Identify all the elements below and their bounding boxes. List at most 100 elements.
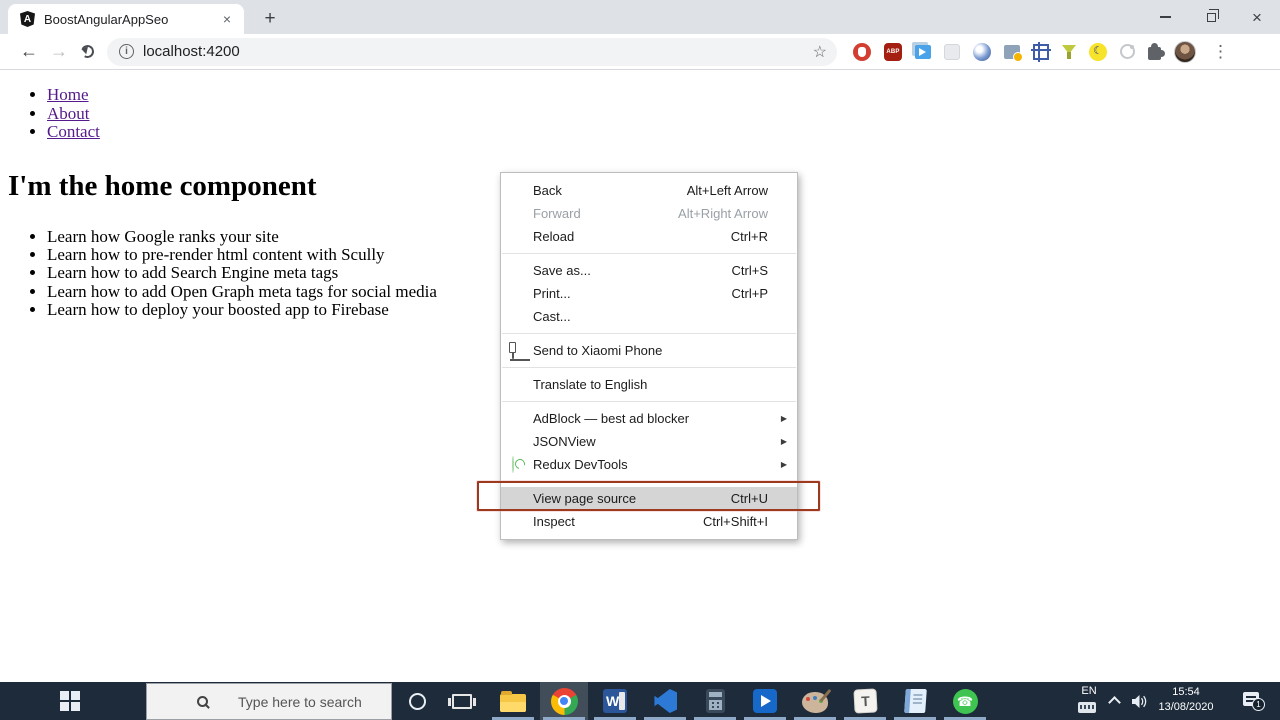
menu-item-redux-devtools[interactable]: Redux DevTools ▶ <box>501 453 797 476</box>
taskbar-chrome-button[interactable] <box>540 682 588 720</box>
menu-item-back[interactable]: Back Alt+Left Arrow <box>501 179 797 202</box>
taskbar-calculator-button[interactable] <box>691 682 739 720</box>
taskbar-share-app-button[interactable] <box>741 682 789 720</box>
menu-item-inspect[interactable]: Inspect Ctrl+Shift+I <box>501 510 797 533</box>
extensions-row: ABP ☾ ⋮ <box>853 40 1229 63</box>
menu-item-view-page-source[interactable]: View page source Ctrl+U <box>501 487 797 510</box>
volume-icon[interactable] <box>1131 694 1148 714</box>
taskbar: Type here to search W T ☎ EN 15:54 13/08… <box>0 682 1280 720</box>
forward-button[interactable]: → <box>44 41 74 62</box>
angular-favicon-icon: A <box>20 11 35 27</box>
tray-time: 15:54 <box>1172 686 1200 698</box>
page-ruler-extension-icon[interactable] <box>1031 41 1051 62</box>
browser-tab[interactable]: A BoostAngularAppSeo × <box>8 4 244 34</box>
browser-menu-icon[interactable]: ⋮ <box>1212 42 1229 62</box>
close-icon: × <box>1252 7 1262 27</box>
palette-icon <box>802 692 828 713</box>
submenu-arrow-icon: ▶ <box>780 414 787 423</box>
recorder-extension-icon[interactable] <box>1120 44 1135 59</box>
menu-item-translate[interactable]: Translate to English <box>501 373 797 396</box>
screen: A BoostAngularAppSeo × + × ← → i localho… <box>0 0 1280 720</box>
file-explorer-icon <box>500 691 526 712</box>
taskbar-search-input[interactable]: Type here to search <box>146 683 392 720</box>
menu-item-forward: Forward Alt+Right Arrow <box>533 206 768 221</box>
jsonview-extension-icon[interactable] <box>973 42 991 61</box>
extensions-puzzle-icon[interactable] <box>1148 42 1165 60</box>
tray-chevron-up-icon[interactable] <box>1108 696 1121 709</box>
taskbar-notes-app-button[interactable] <box>891 682 939 720</box>
tab-title: BoostAngularAppSeo <box>44 11 169 27</box>
menu-separator <box>502 367 796 368</box>
typora-icon: T <box>852 688 878 714</box>
dark-mode-extension-icon[interactable]: ☾ <box>1089 42 1107 61</box>
menu-separator <box>502 401 796 402</box>
new-tab-button[interactable]: + <box>256 5 284 33</box>
profile-avatar[interactable] <box>1174 40 1196 63</box>
menu-separator <box>502 481 796 482</box>
nav-item: Contact <box>47 123 1280 141</box>
menu-separator <box>502 333 796 334</box>
restore-button[interactable] <box>1188 0 1234 34</box>
menu-item-save-as[interactable]: Save as... Ctrl+S <box>501 259 797 282</box>
redux-devtools-icon <box>512 456 514 473</box>
menu-item-jsonview[interactable]: JSONView ▶ <box>501 430 797 453</box>
menu-item-adblock[interactable]: AdBlock — best ad blocker ▶ <box>501 407 797 430</box>
search-placeholder: Type here to search <box>238 693 362 710</box>
cortana-button[interactable] <box>404 688 430 714</box>
url-text[interactable]: localhost:4200 <box>143 43 813 60</box>
screen-capture-extension-icon[interactable] <box>1004 44 1023 62</box>
nav-link-home[interactable]: Home <box>47 85 89 104</box>
taskbar-task-view-button[interactable] <box>438 682 486 720</box>
cortana-icon <box>408 692 426 710</box>
browser-titlebar: A BoostAngularAppSeo × + × <box>0 0 1280 34</box>
reload-button[interactable] <box>79 43 96 60</box>
nav-item: Home <box>47 86 1280 104</box>
funnel-extension-icon[interactable] <box>1062 44 1076 60</box>
keyboard-icon[interactable] <box>1078 702 1096 713</box>
browser-toolbar: ← → i localhost:4200 ☆ ABP ☾ ⋮ <box>0 34 1280 70</box>
calculator-icon <box>705 689 725 713</box>
menu-item-print[interactable]: Print... Ctrl+P <box>501 282 797 305</box>
minimize-icon <box>1159 16 1171 18</box>
nav-link-about[interactable]: About <box>47 104 90 123</box>
nav-link-contact[interactable]: Contact <box>47 122 100 141</box>
bookmark-star-icon[interactable]: ☆ <box>813 42 827 62</box>
language-indicator[interactable]: EN <box>1074 685 1104 697</box>
chrome-icon <box>550 687 578 715</box>
close-button[interactable]: × <box>1234 0 1280 34</box>
notes-app-icon <box>903 689 927 713</box>
share-app-icon <box>753 689 777 713</box>
disabled-extension-icon[interactable] <box>944 43 960 60</box>
task-view-icon <box>448 693 476 709</box>
tab-close-icon[interactable]: × <box>218 10 236 28</box>
word-icon: W <box>603 689 627 713</box>
taskbar-file-explorer-button[interactable] <box>489 682 537 720</box>
taskbar-whatsapp-button[interactable]: ☎ <box>941 682 989 720</box>
menu-item-send-to-phone[interactable]: Send to Xiaomi Phone <box>501 339 797 362</box>
menu-item-reload[interactable]: Reload Ctrl+R <box>501 225 797 248</box>
taskbar-paint-app-button[interactable] <box>791 682 839 720</box>
tray-date: 13/08/2020 <box>1158 701 1214 713</box>
menu-item-cast[interactable]: Cast... <box>501 305 797 328</box>
submenu-arrow-icon: ▶ <box>780 437 787 446</box>
taskbar-word-button[interactable]: W <box>591 682 639 720</box>
clock[interactable]: 15:54 13/08/2020 <box>1148 685 1224 715</box>
minimize-button[interactable] <box>1142 0 1188 34</box>
adblock-extension-icon[interactable] <box>853 42 871 61</box>
action-center-icon[interactable]: 1 <box>1243 692 1265 711</box>
windows-logo-icon <box>60 691 80 711</box>
adblock-plus-extension-icon[interactable]: ABP <box>884 42 902 61</box>
site-nav: Home About Contact <box>0 86 1280 141</box>
site-info-icon[interactable]: i <box>119 44 134 59</box>
taskbar-typora-button[interactable]: T <box>841 682 889 720</box>
submenu-arrow-icon: ▶ <box>780 460 787 469</box>
address-bar[interactable]: i localhost:4200 ☆ <box>107 37 837 66</box>
whatsapp-icon: ☎ <box>952 688 978 714</box>
notification-badge: 1 <box>1252 698 1265 711</box>
menu-separator <box>502 253 796 254</box>
send-tab-extension-icon[interactable] <box>915 44 931 59</box>
back-button[interactable]: ← <box>14 41 44 62</box>
taskbar-vscode-button[interactable] <box>641 682 689 720</box>
start-button[interactable] <box>46 682 94 720</box>
vscode-icon <box>654 689 677 713</box>
